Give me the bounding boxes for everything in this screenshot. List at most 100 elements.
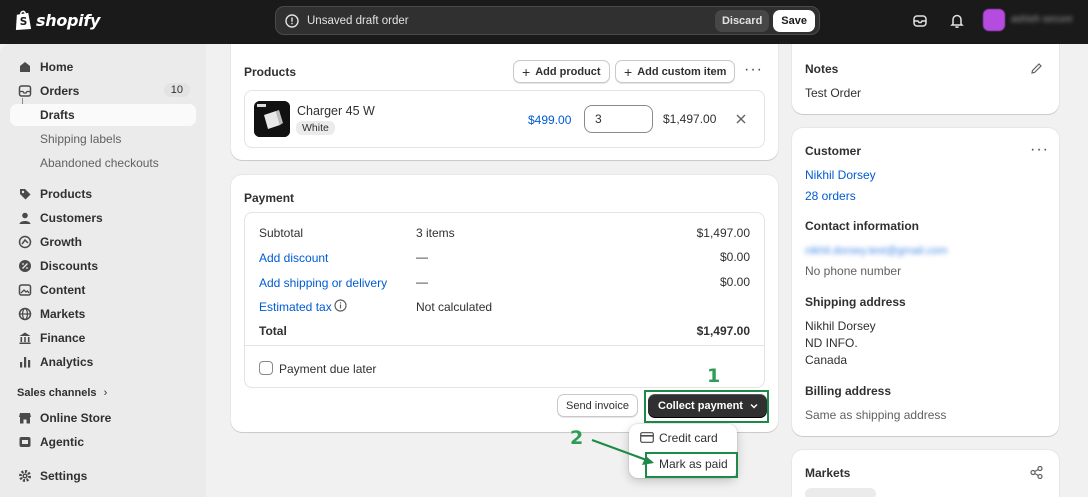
store-name[interactable]: ashish secure [1011,14,1073,25]
globe-icon [18,307,32,321]
sidebar-item-label: Markets [40,307,86,321]
sidebar-item-label: Online Store [40,411,112,425]
sidebar-item-label: Orders [40,84,80,98]
mark-as-paid-option[interactable]: Mark as paid [659,457,728,471]
save-button[interactable]: Save [773,9,815,32]
total-value: $1,497.00 [696,324,750,338]
draft-message: Unsaved draft order [307,14,409,27]
sidebar-item-label: Settings [40,469,88,483]
add-custom-item-label: Add custom item [637,65,727,78]
sidebar-item-label: Products [40,187,93,201]
sidebar-item-home[interactable]: Home [10,56,196,78]
send-invoice-button[interactable]: Send invoice [557,394,638,417]
bank-icon [19,332,31,344]
payment-due-later-label: Payment due later [279,362,377,376]
growth-icon [18,235,32,249]
notes-card [792,44,1059,114]
store-icon [19,413,31,424]
bell-icon[interactable] [948,12,966,30]
market-pill [805,488,876,497]
customer-name-link[interactable]: Nikhil Dorsey [805,168,876,182]
total-label: Total [259,324,287,338]
add-custom-item-button[interactable]: + Add custom item [615,60,736,83]
sidebar-item-products[interactable]: Products [10,183,196,205]
add-discount-link[interactable]: Add discount [259,251,328,265]
sidebar-item-analytics[interactable]: Analytics [10,351,196,373]
orders-count-badge: 10 [163,83,190,97]
shipping-line-3: Canada [805,353,848,367]
sidebar-item-orders[interactable]: Orders 10 [10,80,196,102]
sidebar-item-abandoned-checkouts[interactable]: Abandoned checkouts [10,152,196,174]
step-1-number: 1 [707,365,721,387]
products-title: Products [244,65,297,79]
sales-channels-heading[interactable]: Sales channels › [17,387,107,399]
customer-orders-link[interactable]: 28 orders [805,189,856,203]
shipping-line-1: Nikhil Dorsey [805,319,876,333]
customer-title: Customer [805,144,862,158]
sidebar-item-agentic[interactable]: Agentic [10,431,196,453]
agentic-icon [19,437,31,447]
gear-icon [19,470,31,482]
sidebar-item-label: Discounts [40,259,99,273]
shipping-address-title: Shipping address [805,295,906,309]
discount-icon [19,260,31,272]
info-icon[interactable] [334,299,347,312]
shopify-bag-icon: S [15,10,32,30]
sidebar-item-content[interactable]: Content [10,279,196,301]
product-name[interactable]: Charger 45 W [297,104,375,118]
inbox-icon[interactable] [911,12,929,30]
sidebar-item-growth[interactable]: Growth [10,231,196,253]
charger-image-icon [254,101,290,137]
sidebar-item-markets[interactable]: Markets [10,303,196,325]
bar-chart-icon [20,357,31,368]
chevron-right-icon: › [103,387,108,399]
sidebar-item-label: Customers [40,211,103,225]
sidebar-item-drafts[interactable]: Drafts [10,104,196,126]
customer-phone: No phone number [805,264,902,278]
product-thumbnail[interactable] [254,101,290,137]
credit-card-option[interactable]: Credit card [659,431,718,445]
sidebar-item-label: Analytics [40,355,94,369]
tag-icon [20,189,31,200]
svg-text:S: S [20,16,28,28]
payment-due-later-checkbox[interactable] [259,361,273,375]
sales-channels-label: Sales channels [17,387,97,399]
subtotal-detail: 3 items [416,226,455,240]
estimated-tax-link[interactable]: Estimated tax [259,300,332,314]
sidebar-item-shipping-labels[interactable]: Shipping labels [10,128,196,150]
sidebar-item-online-store[interactable]: Online Store [10,407,196,429]
contact-title: Contact information [805,219,919,233]
sidebar-item-label: Content [40,283,86,297]
unsaved-draft-bar: Unsaved draft order Discard Save [275,6,820,35]
person-icon [19,212,31,224]
add-product-button[interactable]: + Add product [513,60,610,83]
sidebar-item-customers[interactable]: Customers [10,207,196,229]
inbox-icon [18,85,32,97]
more-actions-icon[interactable]: ··· [744,61,763,79]
discount-detail: — [416,250,428,264]
sidebar-item-finance[interactable]: Finance [10,327,196,349]
close-icon[interactable] [735,113,747,125]
customer-more-icon[interactable]: ··· [1030,141,1049,159]
notes-title: Notes [805,62,839,76]
discard-button[interactable]: Discard [714,9,770,32]
step-1-highlight [644,390,769,423]
add-product-label: Add product [535,65,601,78]
subtotal-value: $1,497.00 [696,226,750,240]
line-total: $1,497.00 [663,112,717,126]
sidebar-item-settings[interactable]: Settings [10,465,196,487]
unit-price-link[interactable]: $499.00 [528,113,571,127]
avatar[interactable] [983,9,1005,31]
brand-name: shopify [36,10,101,30]
alert-icon [285,13,299,28]
sidebar-item-discounts[interactable]: Discounts [10,255,196,277]
billing-address-title: Billing address [805,384,892,398]
add-shipping-link[interactable]: Add shipping or delivery [259,276,387,290]
top-bar: S shopify Unsaved draft order Discard Sa… [0,0,1088,44]
share-icon[interactable] [1030,466,1043,479]
shopify-logo[interactable]: S shopify [14,9,100,31]
sidebar-item-label: Drafts [40,108,75,122]
customer-email[interactable]: nikhil.dorsey.test@gmail.com [805,245,947,257]
pencil-icon[interactable] [1030,62,1043,75]
quantity-input[interactable] [584,105,653,133]
